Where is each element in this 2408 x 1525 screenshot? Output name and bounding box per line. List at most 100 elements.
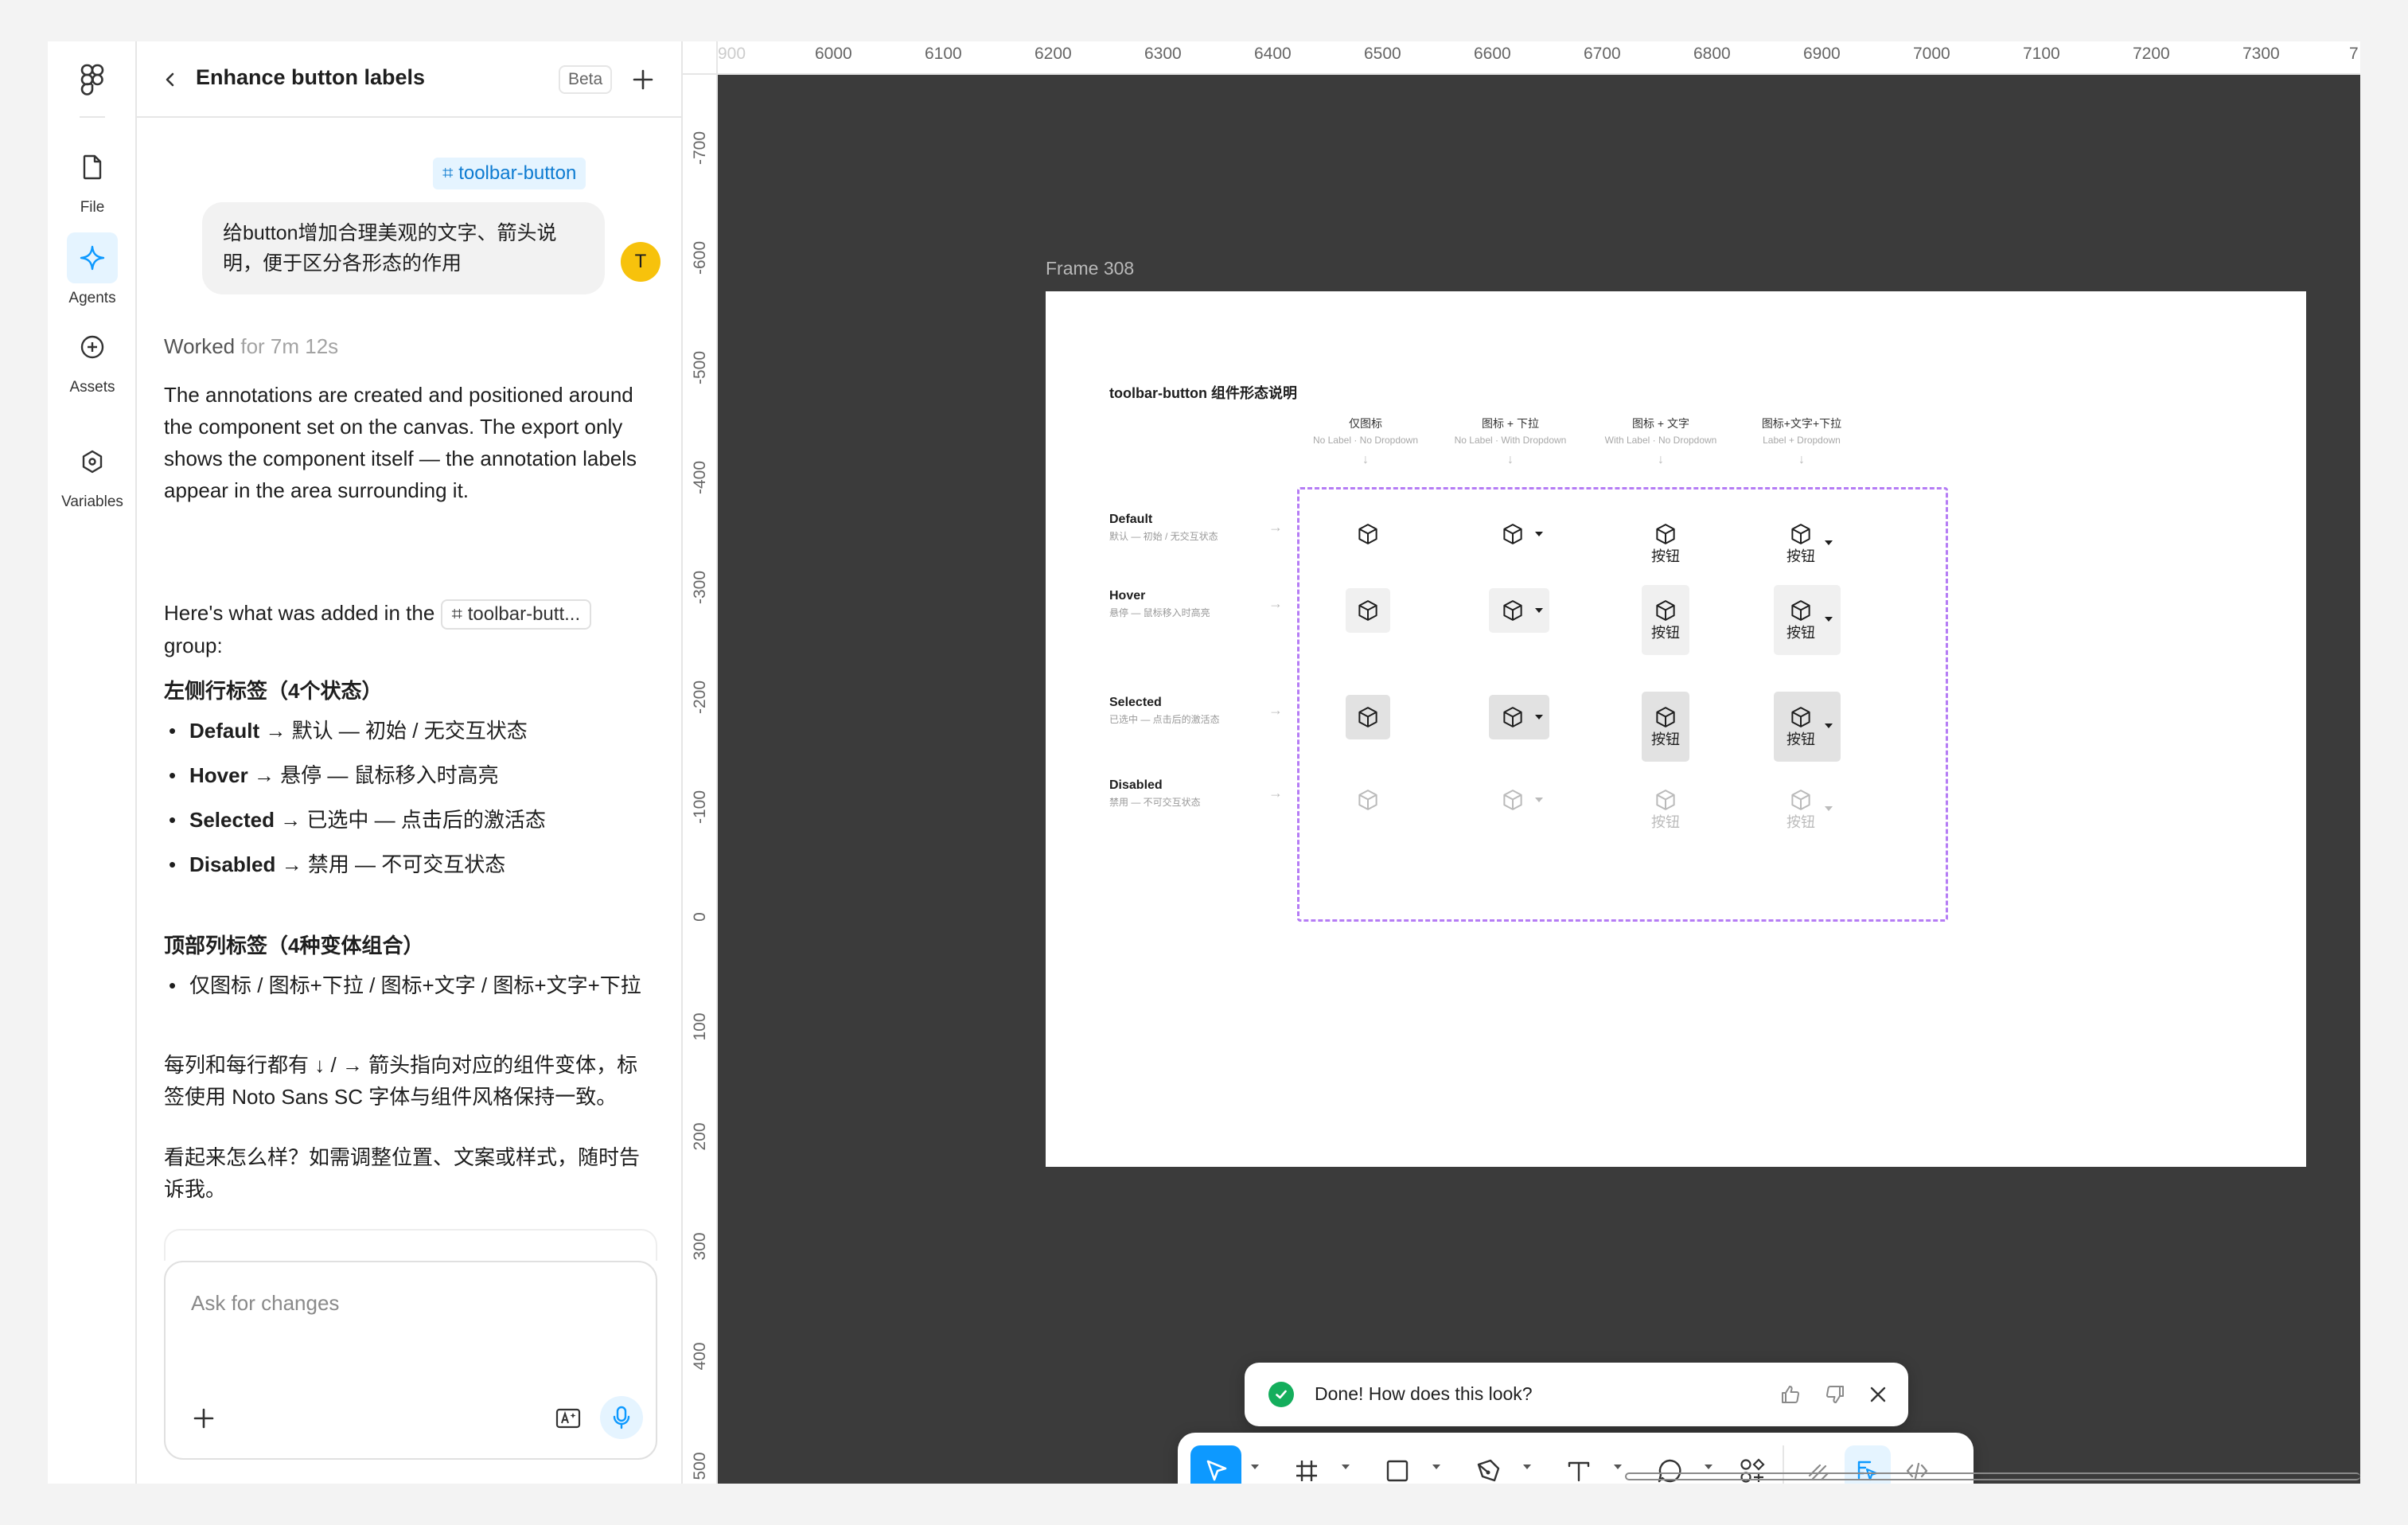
variant-icon-dropdown-hover[interactable]: [1489, 588, 1549, 633]
worked-status[interactable]: Worked for 7m 12s: [164, 334, 338, 359]
button-label: 按钮: [1651, 548, 1680, 564]
variant-icon-label-dropdown-default[interactable]: 按钮: [1774, 509, 1841, 579]
chevron-down-icon[interactable]: [1614, 1465, 1622, 1469]
list-item: 仅图标 / 图标+下拉 / 图标+文字 / 图标+文字+下拉: [164, 969, 641, 1014]
row-header[interactable]: Hover 悬停 — 鼠标移入时高亮 →: [1109, 587, 1284, 621]
chevron-down-icon[interactable]: [1342, 1465, 1350, 1469]
figma-logo-icon[interactable]: [80, 64, 105, 96]
text-tool[interactable]: [1553, 1445, 1604, 1484]
variant-icon-only-selected[interactable]: [1346, 695, 1390, 739]
figma-app: File Agents Assets Variables Enhance but…: [48, 41, 2360, 1484]
variant-icon-only-default[interactable]: [1346, 512, 1390, 556]
rectangle-icon: [1386, 1460, 1409, 1482]
voice-input-button[interactable]: [600, 1396, 643, 1439]
ruler-tick: 6000: [815, 45, 852, 63]
ruler-tick: 400: [691, 1342, 709, 1371]
frame-title[interactable]: toolbar-button 组件形态说明: [1109, 382, 1297, 403]
thumbs-up-icon: [1782, 1386, 1799, 1404]
file-icon: [67, 142, 118, 193]
button-label: 按钮: [1651, 814, 1680, 830]
back-button[interactable]: [154, 64, 186, 96]
horizontal-scrollbar[interactable]: [1625, 1472, 2360, 1480]
chat-composer: Ask for changes: [164, 1261, 657, 1460]
cube-icon: [1791, 790, 1810, 810]
variant-icon-dropdown-selected[interactable]: [1489, 695, 1549, 739]
ruler-left: -700 -600 -500 -400 -300 -200 -100 0 100…: [683, 75, 718, 1484]
frame-tool[interactable]: [1281, 1445, 1332, 1484]
worked-duration: for 7m 12s: [240, 334, 339, 358]
column-header[interactable]: 图标 + 文字 With Label · No Dropdown ↓: [1585, 415, 1736, 471]
ruler-tick: 300: [691, 1232, 709, 1261]
ruler-top: 900 6000 6100 6200 6300 6400 6500 6600 6…: [718, 41, 2360, 75]
prompt-mode-button[interactable]: [551, 1401, 586, 1436]
para-text: Here's what was added in the: [164, 601, 435, 625]
variant-icon-dropdown-default[interactable]: [1489, 512, 1549, 556]
variant-icon-label-dropdown-selected[interactable]: 按钮: [1774, 692, 1841, 762]
rectangle-tool[interactable]: [1372, 1445, 1423, 1484]
chevron-down-icon[interactable]: [1251, 1465, 1259, 1469]
row-header[interactable]: Default 默认 — 初始 / 无交互状态 →: [1109, 511, 1284, 544]
arrow-right-icon: →: [1268, 785, 1283, 801]
ruler-tick: 6700: [1584, 45, 1621, 63]
cube-icon: [1791, 600, 1810, 621]
column-header[interactable]: 图标+文字+下拉 Label + Dropdown ↓: [1726, 415, 1877, 471]
rail-item-variables[interactable]: Variables: [48, 436, 137, 513]
arrow-right-icon: →: [1268, 519, 1283, 535]
check-circle-icon: [1268, 1382, 1294, 1407]
list-item: Hover → 悬停 — 鼠标移入时高亮: [164, 759, 546, 804]
variant-icon-label-hover[interactable]: 按钮: [1642, 585, 1689, 655]
bullet-bold: Hover: [189, 763, 248, 787]
move-tool[interactable]: [1190, 1445, 1241, 1484]
frame-icon: [1296, 1461, 1317, 1481]
ruler-tick: 6100: [925, 45, 962, 63]
bullet-bold: Selected: [189, 808, 275, 832]
variant-icon-label-default[interactable]: 按钮: [1642, 509, 1689, 579]
button-label: 按钮: [1651, 625, 1680, 641]
rail-item-agents[interactable]: Agents: [48, 232, 137, 309]
cube-icon: [1791, 707, 1810, 727]
bullet-text: → 已选中 — 点击后的激活态: [274, 808, 546, 832]
variant-icon-only-hover[interactable]: [1346, 588, 1390, 633]
row-subtitle: 悬停 — 鼠标移入时高亮: [1109, 607, 1210, 618]
chevron-left-icon: [166, 72, 174, 87]
thumbs-down-icon: [1826, 1385, 1844, 1403]
pen-tool[interactable]: [1463, 1445, 1514, 1484]
frame-label[interactable]: Frame 308: [1046, 258, 1134, 279]
ruler-tick: -700: [691, 131, 709, 166]
chevron-down-icon[interactable]: [1432, 1465, 1440, 1469]
cube-icon: [1503, 707, 1522, 727]
attach-button[interactable]: [185, 1399, 223, 1437]
row-header[interactable]: Selected 已选中 — 点击后的激活态 →: [1109, 694, 1284, 727]
left-labels-list: Default → 默认 — 初始 / 无交互状态 Hover → 悬停 — 鼠…: [164, 715, 546, 893]
chevron-down-icon[interactable]: [1705, 1465, 1712, 1469]
arrow-down-icon: ↓: [1658, 453, 1664, 466]
context-chip[interactable]: ⌗ toolbar-button: [433, 158, 586, 189]
hash-icon: ⌗: [442, 162, 459, 184]
caret-down-icon: [1825, 806, 1833, 811]
rail-label: File: [80, 199, 105, 216]
column-subtitle: Label + Dropdown: [1763, 435, 1841, 446]
rail-item-file[interactable]: File: [48, 142, 137, 218]
variant-icon-label-dropdown-hover[interactable]: 按钮: [1774, 585, 1841, 655]
row-header[interactable]: Disabled 禁用 — 不可交互状态 →: [1109, 777, 1284, 810]
column-header[interactable]: 仅图标 No Label · No Dropdown ↓: [1290, 415, 1441, 471]
thumbs-down-button[interactable]: [1819, 1379, 1851, 1410]
new-chat-button[interactable]: [625, 62, 660, 97]
frame-308[interactable]: toolbar-button 组件形态说明 仅图标 No Label · No …: [1046, 291, 2306, 1167]
variant-icon-label-selected[interactable]: 按钮: [1642, 692, 1689, 762]
ruler-tick: 7000: [1913, 45, 1950, 63]
close-toast-button[interactable]: [1862, 1379, 1894, 1410]
cube-icon: [1656, 600, 1675, 621]
column-header[interactable]: 图标 + 下拉 No Label · With Dropdown ↓: [1435, 415, 1586, 471]
panel-header: Enhance button labels Beta: [137, 41, 681, 118]
assistant-paragraph: The annotations are created and position…: [164, 383, 637, 502]
composer-input[interactable]: Ask for changes: [191, 1291, 339, 1316]
ruler-tick: 7200: [2133, 45, 2170, 63]
design-canvas[interactable]: Frame 308 toolbar-button 组件形态说明 仅图标 No L…: [718, 75, 2360, 1484]
thumbs-up-button[interactable]: [1775, 1379, 1806, 1410]
chevron-down-icon[interactable]: [1523, 1465, 1531, 1469]
avatar[interactable]: T: [621, 242, 660, 282]
component-set[interactable]: 按钮 按钮 按钮 按钮 按钮 按钮 按钮 按钮: [1297, 487, 1948, 922]
rail-item-assets[interactable]: Assets: [48, 322, 137, 398]
group-chip[interactable]: ⌗ toolbar-butt...: [440, 599, 592, 630]
